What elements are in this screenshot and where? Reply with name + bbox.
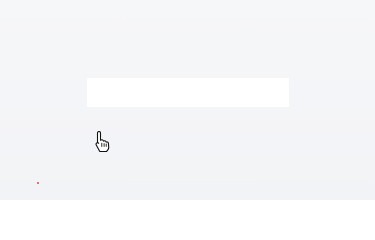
status-dot	[37, 182, 39, 184]
text-input[interactable]	[87, 78, 289, 107]
page-canvas	[0, 0, 375, 200]
hand-pointer-icon	[95, 130, 110, 152]
